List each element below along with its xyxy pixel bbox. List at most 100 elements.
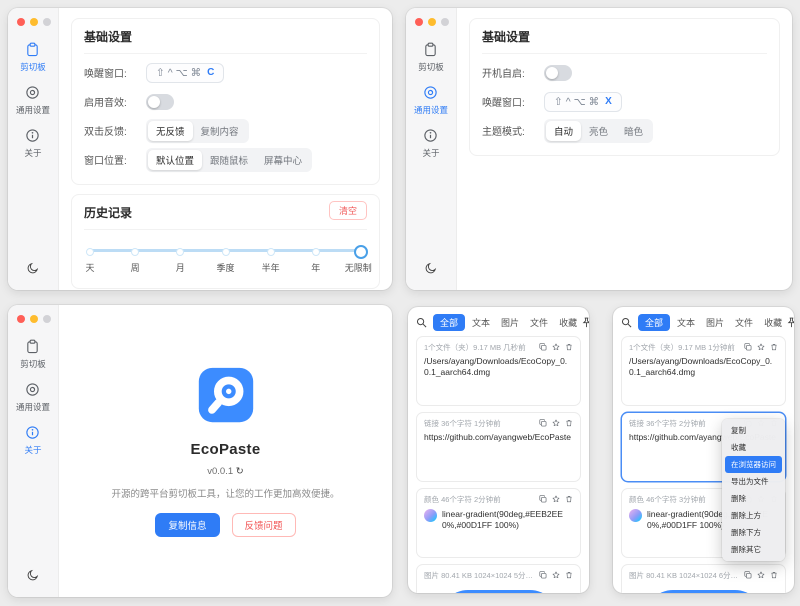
modifier-keys: ⇧ ^ ⌥ ⌘ <box>156 67 201 79</box>
star-icon[interactable] <box>552 495 560 505</box>
slider-stop[interactable] <box>267 248 275 256</box>
sidebar-item-clipboard[interactable]: 剪切板 <box>20 339 46 370</box>
segment-option[interactable]: 复制内容 <box>193 121 247 141</box>
trash-icon[interactable] <box>565 571 573 581</box>
star-icon[interactable] <box>552 571 560 581</box>
tick-label: 半年 <box>262 261 280 274</box>
copy-info-button[interactable]: 复制信息 <box>155 513 219 537</box>
segment-option[interactable]: 自动 <box>546 121 581 141</box>
copy-icon[interactable] <box>744 571 752 581</box>
trash-icon[interactable] <box>770 571 778 581</box>
sidebar-item-clipboard[interactable]: 剪切板 <box>418 42 444 73</box>
tab-text[interactable]: 文本 <box>468 314 494 331</box>
tab-all[interactable]: 全部 <box>638 314 670 331</box>
menu-item-delete-others[interactable]: 删除其它 <box>725 541 782 558</box>
sidebar-item-general[interactable]: 通用设置 <box>414 85 448 116</box>
star-icon[interactable] <box>757 343 765 353</box>
menu-item-copy[interactable]: 复制 <box>725 422 782 439</box>
shortcut-key-letter: X <box>605 96 612 107</box>
copy-icon[interactable] <box>539 495 547 505</box>
trash-icon[interactable] <box>565 343 573 353</box>
pin-icon[interactable] <box>581 317 589 328</box>
sidebar-item-about[interactable]: 关于 <box>422 128 439 159</box>
minimize-button[interactable] <box>30 18 38 26</box>
sound-toggle[interactable] <box>146 94 174 110</box>
clip-card-image[interactable]: 图片 80.41 KB 1024×1024 6分钟前 <box>621 564 786 593</box>
zoom-button[interactable] <box>43 315 51 323</box>
slider-stop[interactable] <box>131 248 139 256</box>
trash-icon[interactable] <box>565 419 573 429</box>
close-button[interactable] <box>17 315 25 323</box>
sidebar-item-clipboard[interactable]: 剪切板 <box>20 42 46 73</box>
feedback-button[interactable]: 反馈问题 <box>232 513 296 537</box>
menu-item-export-as-file[interactable]: 导出为文件 <box>725 473 782 490</box>
sidebar-item-about[interactable]: 关于 <box>24 425 41 456</box>
tab-all[interactable]: 全部 <box>433 314 465 331</box>
slider-stop[interactable] <box>222 248 230 256</box>
trash-icon[interactable] <box>770 343 778 353</box>
sidebar-item-general[interactable]: 通用设置 <box>16 382 50 413</box>
slider-stop[interactable] <box>86 248 94 256</box>
star-icon[interactable] <box>552 343 560 353</box>
dark-mode-toggle[interactable] <box>424 261 438 280</box>
clear-history-button[interactable]: 清空 <box>329 201 367 220</box>
tab-favorites[interactable]: 收藏 <box>555 314 581 331</box>
history-duration-slider[interactable]: 天 周 月 季度 半年 年 无限制 <box>90 244 361 280</box>
sidebar-item-about[interactable]: 关于 <box>24 128 41 159</box>
clip-meta-text: 链接 36个字符 1分钟前 <box>424 418 535 429</box>
slider-handle[interactable] <box>354 245 368 259</box>
segment-option[interactable]: 跟随鼠标 <box>202 150 256 170</box>
search-icon[interactable] <box>416 317 427 328</box>
menu-item-delete-above[interactable]: 删除上方 <box>725 507 782 524</box>
menu-item-delete[interactable]: 删除 <box>725 490 782 507</box>
trash-icon[interactable] <box>565 495 573 505</box>
zoom-button[interactable] <box>441 18 449 26</box>
segment-option[interactable]: 屏幕中心 <box>256 150 310 170</box>
copy-icon[interactable] <box>539 571 547 581</box>
check-update-icon[interactable]: ↻ <box>236 466 244 477</box>
slider-stop[interactable] <box>176 248 184 256</box>
tab-favorites[interactable]: 收藏 <box>760 314 786 331</box>
clip-card-file[interactable]: 1个文件（夹）9.17 MB 1分钟前 /Users/ayang/Downloa… <box>621 336 786 406</box>
menu-item-delete-below[interactable]: 删除下方 <box>725 524 782 541</box>
menu-item-open-in-browser[interactable]: 在浏览器访问 <box>725 456 782 473</box>
clip-card-link[interactable]: 链接 36个字符 1分钟前 https://github.com/ayangwe… <box>416 412 581 482</box>
settings-content: 基础设置 开机自启: 唤醒窗口: ⇧ ^ ⌥ ⌘ X 主题模式: 自动 <box>457 8 792 290</box>
close-button[interactable] <box>415 18 423 26</box>
clip-card-file[interactable]: 1个文件（夹）9.17 MB 几秒前 /Users/ayang/Download… <box>416 336 581 406</box>
segment-option[interactable]: 默认位置 <box>148 150 202 170</box>
tab-file[interactable]: 文件 <box>731 314 757 331</box>
clip-card-image[interactable]: 图片 80.41 KB 1024×1024 5分钟前 <box>416 564 581 593</box>
clip-card-color[interactable]: 颜色 46个字符 2分钟前 linear-gradient(90deg,#EEB… <box>416 488 581 558</box>
minimize-button[interactable] <box>428 18 436 26</box>
shortcut-input[interactable]: ⇧ ^ ⌥ ⌘ C <box>146 63 224 83</box>
copy-icon[interactable] <box>744 343 752 353</box>
star-icon[interactable] <box>552 419 560 429</box>
segment-option[interactable]: 无反馈 <box>148 121 193 141</box>
autostart-toggle[interactable] <box>544 65 572 81</box>
star-icon[interactable] <box>757 571 765 581</box>
segment-option[interactable]: 亮色 <box>581 121 616 141</box>
copy-icon[interactable] <box>539 343 547 353</box>
history-title: 历史记录 <box>84 206 132 220</box>
tab-image[interactable]: 图片 <box>497 314 523 331</box>
menu-item-favorite[interactable]: 收藏 <box>725 439 782 456</box>
context-menu: 复制 收藏 在浏览器访问 导出为文件 删除 删除上方 删除下方 删除其它 <box>722 419 785 561</box>
minimize-button[interactable] <box>30 315 38 323</box>
dark-mode-toggle[interactable] <box>26 261 40 280</box>
close-button[interactable] <box>17 18 25 26</box>
sidebar-item-general[interactable]: 通用设置 <box>16 85 50 116</box>
slider-stop[interactable] <box>312 248 320 256</box>
copy-icon[interactable] <box>539 419 547 429</box>
clipboard-icon <box>423 42 438 59</box>
search-icon[interactable] <box>621 317 632 328</box>
tab-image[interactable]: 图片 <box>702 314 728 331</box>
tab-file[interactable]: 文件 <box>526 314 552 331</box>
shortcut-input[interactable]: ⇧ ^ ⌥ ⌘ X <box>544 92 622 112</box>
pin-icon[interactable] <box>786 317 794 328</box>
dark-mode-toggle[interactable] <box>26 568 40 587</box>
zoom-button[interactable] <box>43 18 51 26</box>
segment-option[interactable]: 暗色 <box>616 121 651 141</box>
tab-text[interactable]: 文本 <box>673 314 699 331</box>
section-title: 基础设置 <box>482 19 767 54</box>
